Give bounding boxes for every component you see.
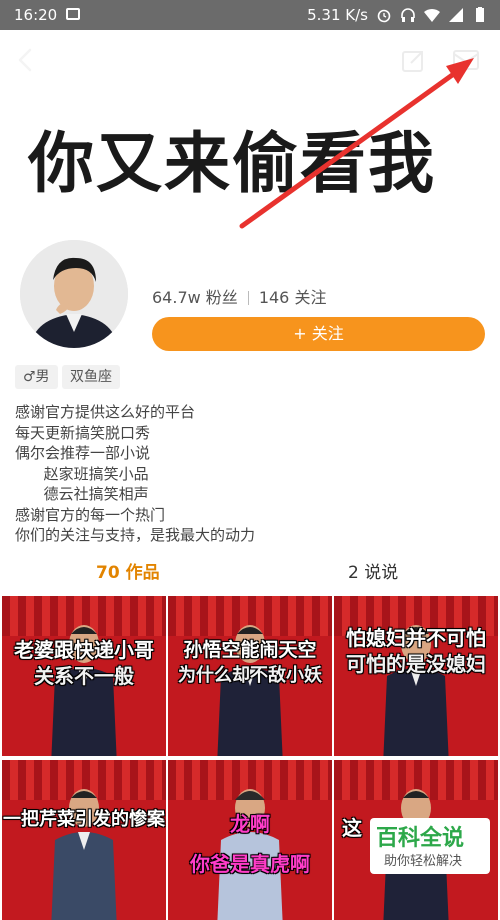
status-time: 16:20 (14, 6, 58, 24)
performer-figure (51, 789, 117, 920)
video-thumbnail[interactable]: 龙啊 你爸是真虎啊 (168, 760, 332, 920)
fans-count[interactable]: 64.7w 粉丝 (152, 288, 238, 307)
thumbnail-caption: 可怕的是没媳妇 (346, 652, 486, 676)
performer-figure (217, 789, 283, 920)
watermark-subtitle: 助你轻松解决 (384, 854, 463, 869)
signal-icon (449, 8, 463, 22)
video-thumbnail[interactable]: 孙悟空能闹天空 为什么却不敌小妖 (168, 596, 332, 756)
top-nav: 精选脱口秀 (0, 30, 500, 92)
mail-icon[interactable] (452, 48, 480, 72)
follow-button[interactable]: + 关注 (152, 317, 485, 351)
thumbnail-caption: 老婆跟快递小哥 (14, 638, 154, 662)
thumbnail-caption: 你爸是真虎啊 (190, 852, 310, 876)
stats-divider (247, 291, 249, 305)
watermark-title: 百科全说 (376, 826, 465, 851)
following-count[interactable]: 146 关注 (259, 288, 327, 307)
tab-works[interactable]: 70 作品 (96, 558, 160, 583)
thumbnail-caption: 龙啊 (230, 812, 270, 836)
network-speed: 5.31 K/s (307, 6, 368, 24)
gender-tag: ♂男 (15, 365, 58, 389)
wifi-icon (424, 8, 440, 22)
battery-icon (476, 7, 484, 22)
thumbnail-caption: 为什么却不敌小妖 (178, 665, 322, 686)
profile-banner: 你又来偷看我 (0, 92, 500, 230)
avatar[interactable] (20, 240, 128, 348)
profile-stats: 64.7w 粉丝 146 关注 (152, 284, 326, 308)
avatar-portrait (20, 240, 128, 348)
zodiac-tag: 双鱼座 (62, 365, 120, 389)
status-icons: 5.31 K/s (307, 6, 488, 24)
video-thumbnail[interactable]: 一把芹菜引发的惨案 (2, 760, 166, 920)
headphone-icon (401, 8, 415, 22)
content-tabs: 70 作品 2 说说 (0, 550, 500, 590)
thumbnail-caption: 关系不一般 (34, 664, 134, 688)
video-thumbnail[interactable]: 怕媳妇并不可怕 可怕的是没媳妇 (334, 596, 498, 756)
image-notification-icon (66, 8, 80, 20)
video-thumbnail[interactable]: 老婆跟快递小哥 关系不一般 (2, 596, 166, 756)
share-icon[interactable] (400, 48, 426, 74)
profile-bio: 感谢官方提供这么好的平台 每天更新搞笑脱口秀 偶尔会推荐一部小说 赵家班搞笑小品… (15, 403, 256, 544)
watermark: 百科全说 助你轻松解决 (370, 818, 490, 874)
thumbnail-caption: 怕媳妇并不可怕 (346, 626, 486, 650)
alarm-icon (377, 9, 391, 23)
thumbnail-caption: 一把芹菜引发的惨案 (3, 809, 165, 830)
tab-posts[interactable]: 2 说说 (348, 558, 398, 583)
banner-text: 你又来偷看我 (28, 125, 436, 202)
status-bar: 16:20 5.31 K/s (0, 0, 500, 30)
thumbnail-caption: 孙悟空能闹天空 (183, 639, 317, 661)
